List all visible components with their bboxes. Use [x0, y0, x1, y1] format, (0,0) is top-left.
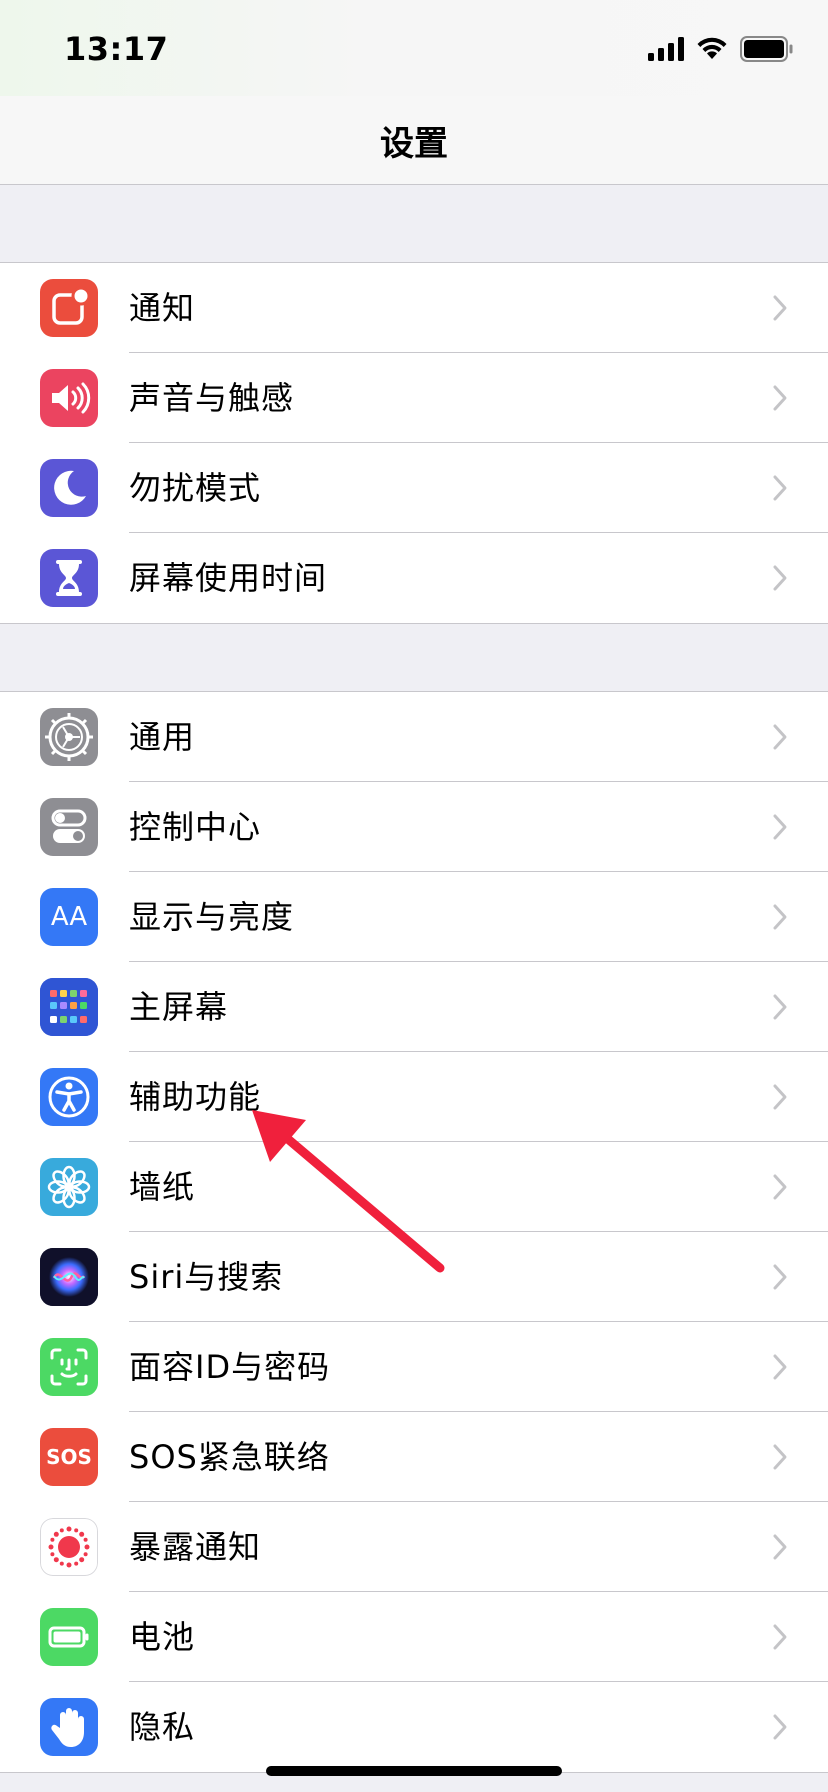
flower-icon — [40, 1158, 98, 1216]
cellular-signal-icon — [648, 37, 684, 61]
settings-row-label: 显示与亮度 — [129, 898, 295, 936]
settings-row-label: 通知 — [129, 289, 196, 327]
home-indicator — [266, 1766, 562, 1776]
accessibility-icon — [40, 1068, 98, 1126]
settings-row-flower[interactable]: 墙纸 — [0, 1142, 828, 1232]
chevron-right-icon — [772, 1353, 788, 1381]
siri-icon — [40, 1248, 98, 1306]
exposure-icon — [40, 1518, 98, 1576]
chevron-right-icon — [772, 903, 788, 931]
settings-row-label: 通用 — [129, 718, 196, 756]
settings-row-label: 暴露通知 — [129, 1528, 262, 1566]
settings-row-siri[interactable]: Siri与搜索 — [0, 1232, 828, 1322]
chevron-right-icon — [772, 564, 788, 592]
battery-status-icon — [740, 36, 793, 62]
chevron-right-icon — [772, 294, 788, 322]
chevron-right-icon — [772, 1083, 788, 1111]
battery-icon — [40, 1608, 98, 1666]
hourglass-icon — [40, 549, 98, 607]
settings-row-speaker[interactable]: 声音与触感 — [0, 353, 828, 443]
settings-row-label: 控制中心 — [129, 808, 262, 846]
chevron-right-icon — [772, 993, 788, 1021]
chevron-right-icon — [772, 1173, 788, 1201]
settings-row-exposure[interactable]: 暴露通知 — [0, 1502, 828, 1592]
moon-icon — [40, 459, 98, 517]
settings-row-label: 面容ID与密码 — [129, 1348, 331, 1386]
settings-row-face-id[interactable]: 面容ID与密码 — [0, 1322, 828, 1412]
chevron-right-icon — [772, 474, 788, 502]
status-time: 13:17 — [64, 30, 169, 68]
sos-icon: SOS — [40, 1428, 98, 1486]
settings-row-hourglass[interactable]: 屏幕使用时间 — [0, 533, 828, 623]
page-title: 设置 — [380, 124, 448, 164]
settings-row-label: SOS紧急联络 — [129, 1438, 330, 1476]
chevron-right-icon — [772, 1443, 788, 1471]
chevron-right-icon — [772, 723, 788, 751]
settings-row-text-size[interactable]: AA 显示与亮度 — [0, 872, 828, 962]
chevron-right-icon — [772, 1713, 788, 1741]
settings-row-sos[interactable]: SOS SOS紧急联络 — [0, 1412, 828, 1502]
speaker-icon — [40, 369, 98, 427]
text-size-icon-text: AA — [50, 902, 88, 932]
settings-row-label: 主屏幕 — [129, 988, 229, 1026]
settings-group-2: 通用 控制中心 AA 显示与亮度 主屏幕 辅助功能 墙纸 Siri与搜索 面容ID与密码 SOS S… — [0, 691, 828, 1773]
settings-row-label: 墙纸 — [129, 1168, 196, 1206]
settings-row-label: 辅助功能 — [129, 1078, 262, 1116]
chevron-right-icon — [772, 813, 788, 841]
hand-icon — [40, 1698, 98, 1756]
settings-group-1: 通知声音与触感勿扰模式屏幕使用时间 — [0, 262, 828, 624]
home-grid-icon — [40, 978, 98, 1036]
settings-row-label: Siri与搜索 — [129, 1258, 284, 1296]
chevron-right-icon — [772, 384, 788, 412]
toggles-icon — [40, 798, 98, 856]
chevron-right-icon — [772, 1623, 788, 1651]
chevron-right-icon — [772, 1533, 788, 1561]
wifi-icon — [697, 37, 727, 59]
nav-bar: 设置 — [0, 96, 828, 185]
settings-row-hand[interactable]: 隐私 — [0, 1682, 828, 1772]
status-bar: 13:17 — [0, 0, 828, 96]
settings-row-toggles[interactable]: 控制中心 — [0, 782, 828, 872]
settings-row-battery[interactable]: 电池 — [0, 1592, 828, 1682]
settings-row-label: 声音与触感 — [129, 379, 295, 417]
gear-icon — [40, 708, 98, 766]
face-id-icon — [40, 1338, 98, 1396]
settings-row-label: 勿扰模式 — [129, 469, 262, 507]
settings-row-label: 屏幕使用时间 — [129, 559, 328, 597]
settings-row-label: 隐私 — [129, 1708, 196, 1746]
sos-icon-text: SOS — [46, 1445, 92, 1469]
status-icons — [648, 34, 794, 64]
settings-row-home-grid[interactable]: 主屏幕 — [0, 962, 828, 1052]
settings-row-gear[interactable]: 通用 — [0, 692, 828, 782]
settings-row-moon[interactable]: 勿扰模式 — [0, 443, 828, 533]
chevron-right-icon — [772, 1263, 788, 1291]
settings-row-accessibility[interactable]: 辅助功能 — [0, 1052, 828, 1142]
notifications-icon — [40, 279, 98, 337]
settings-row-label: 电池 — [129, 1618, 196, 1656]
text-size-icon: AA — [40, 888, 98, 946]
settings-row-notifications[interactable]: 通知 — [0, 263, 828, 353]
